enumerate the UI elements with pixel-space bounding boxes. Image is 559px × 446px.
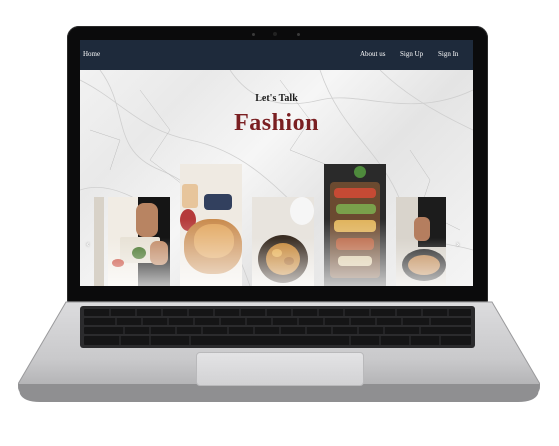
nav-about-link[interactable]: About us bbox=[360, 50, 385, 59]
gallery-photo-pastries[interactable] bbox=[180, 164, 242, 286]
gallery-next-icon[interactable]: › bbox=[456, 240, 460, 250]
keyboard bbox=[80, 306, 475, 348]
top-navbar: Home About us Sign Up Sign In bbox=[80, 40, 473, 70]
camera-dot bbox=[297, 33, 300, 36]
gallery-prev-icon[interactable]: ‹ bbox=[86, 240, 90, 250]
nav-home-link[interactable]: Home bbox=[83, 50, 100, 59]
gallery-photo-platter[interactable] bbox=[324, 164, 386, 286]
gallery-photo-edge bbox=[94, 197, 104, 286]
camera-dot bbox=[252, 33, 255, 36]
gallery-photo-chopping[interactable] bbox=[108, 197, 170, 286]
nav-signup-link[interactable]: Sign Up bbox=[400, 50, 423, 59]
nav-signin-link[interactable]: Sign In bbox=[438, 50, 458, 59]
gallery-photo-pan[interactable] bbox=[396, 197, 446, 286]
laptop-screen: Home About us Sign Up Sign In Let's Talk… bbox=[80, 40, 473, 286]
hero-kicker: Let's Talk bbox=[255, 93, 298, 104]
camera-lens bbox=[273, 32, 277, 36]
hero-title: Fashion bbox=[234, 110, 319, 136]
gallery-photo-bowl[interactable] bbox=[252, 197, 314, 286]
trackpad bbox=[196, 352, 364, 386]
